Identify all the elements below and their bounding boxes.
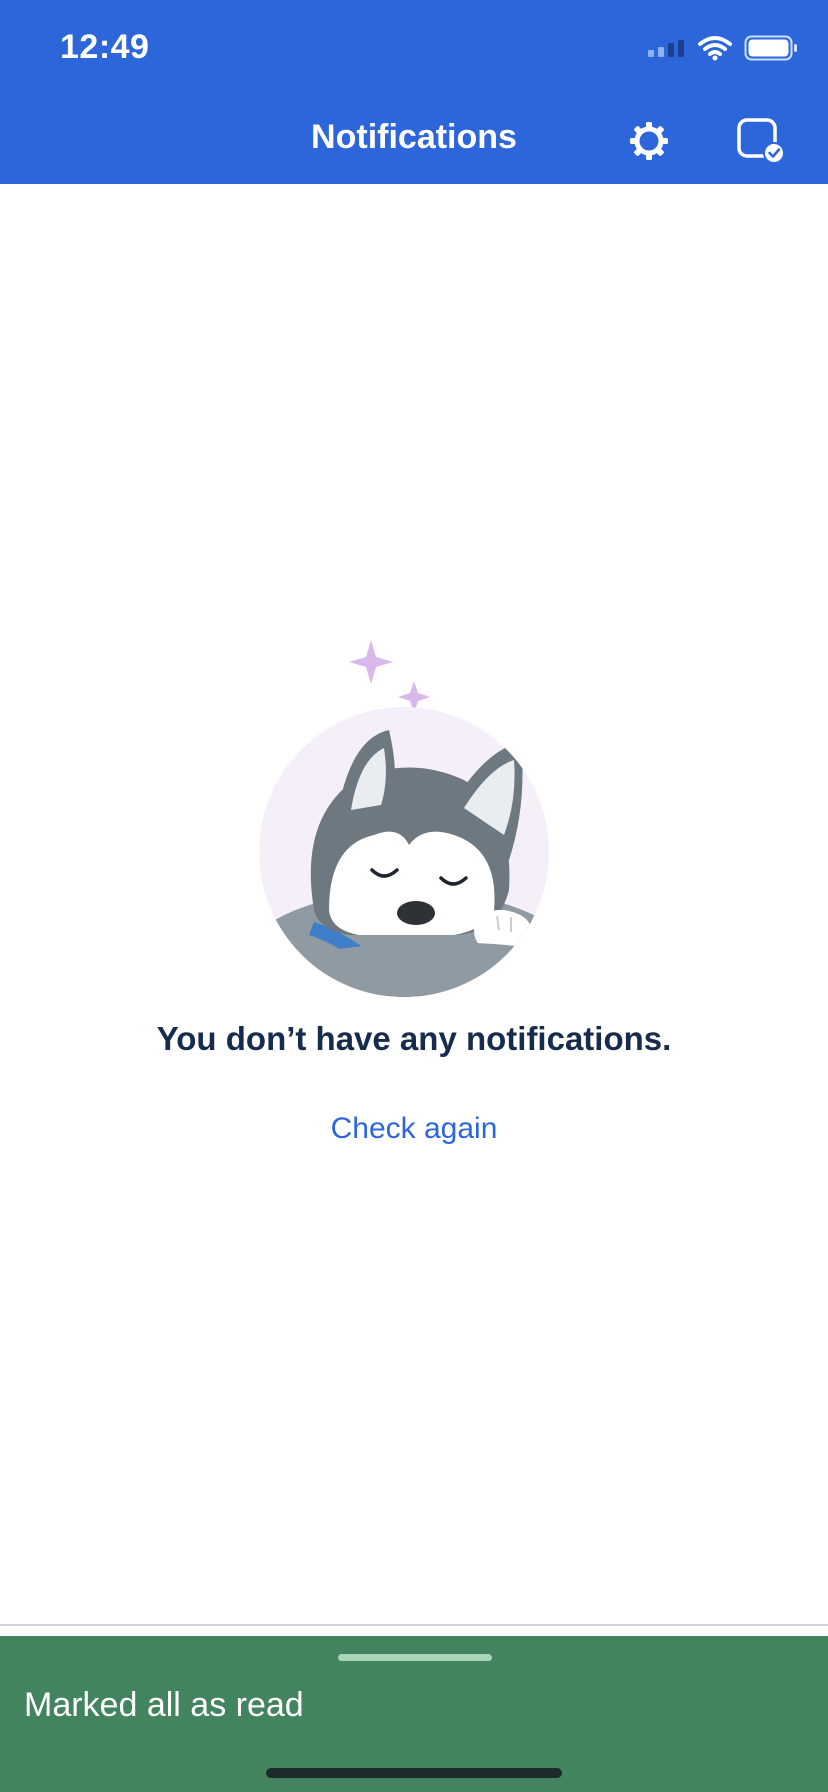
signal-icon: [646, 38, 686, 63]
home-indicator[interactable]: [266, 1768, 562, 1778]
square-check-icon: [736, 117, 786, 170]
check-again-button[interactable]: Check again: [331, 1112, 498, 1146]
status-icons: [646, 32, 798, 68]
settings-button[interactable]: [622, 116, 676, 170]
page-title: Notifications: [311, 118, 517, 156]
notifications-screen: 12:49 Notifications You don’t have any n…: [0, 0, 828, 1792]
empty-state: You don’t have any notifications. Check …: [0, 630, 828, 1146]
sleeping-husky-illustration: [259, 640, 549, 997]
toast[interactable]: Marked all as read: [0, 1636, 828, 1792]
mark-all-read-button[interactable]: [734, 116, 788, 170]
header: 12:49 Notifications: [0, 0, 828, 184]
toast-message: Marked all as read: [24, 1686, 304, 1724]
empty-message: You don’t have any notifications.: [156, 1020, 672, 1057]
battery-icon: [744, 35, 798, 66]
wifi-icon: [698, 35, 732, 66]
gear-icon: [629, 121, 669, 166]
toast-divider: [0, 1624, 828, 1626]
toast-drag-handle[interactable]: [338, 1654, 492, 1661]
status-time: 12:49: [60, 28, 150, 66]
